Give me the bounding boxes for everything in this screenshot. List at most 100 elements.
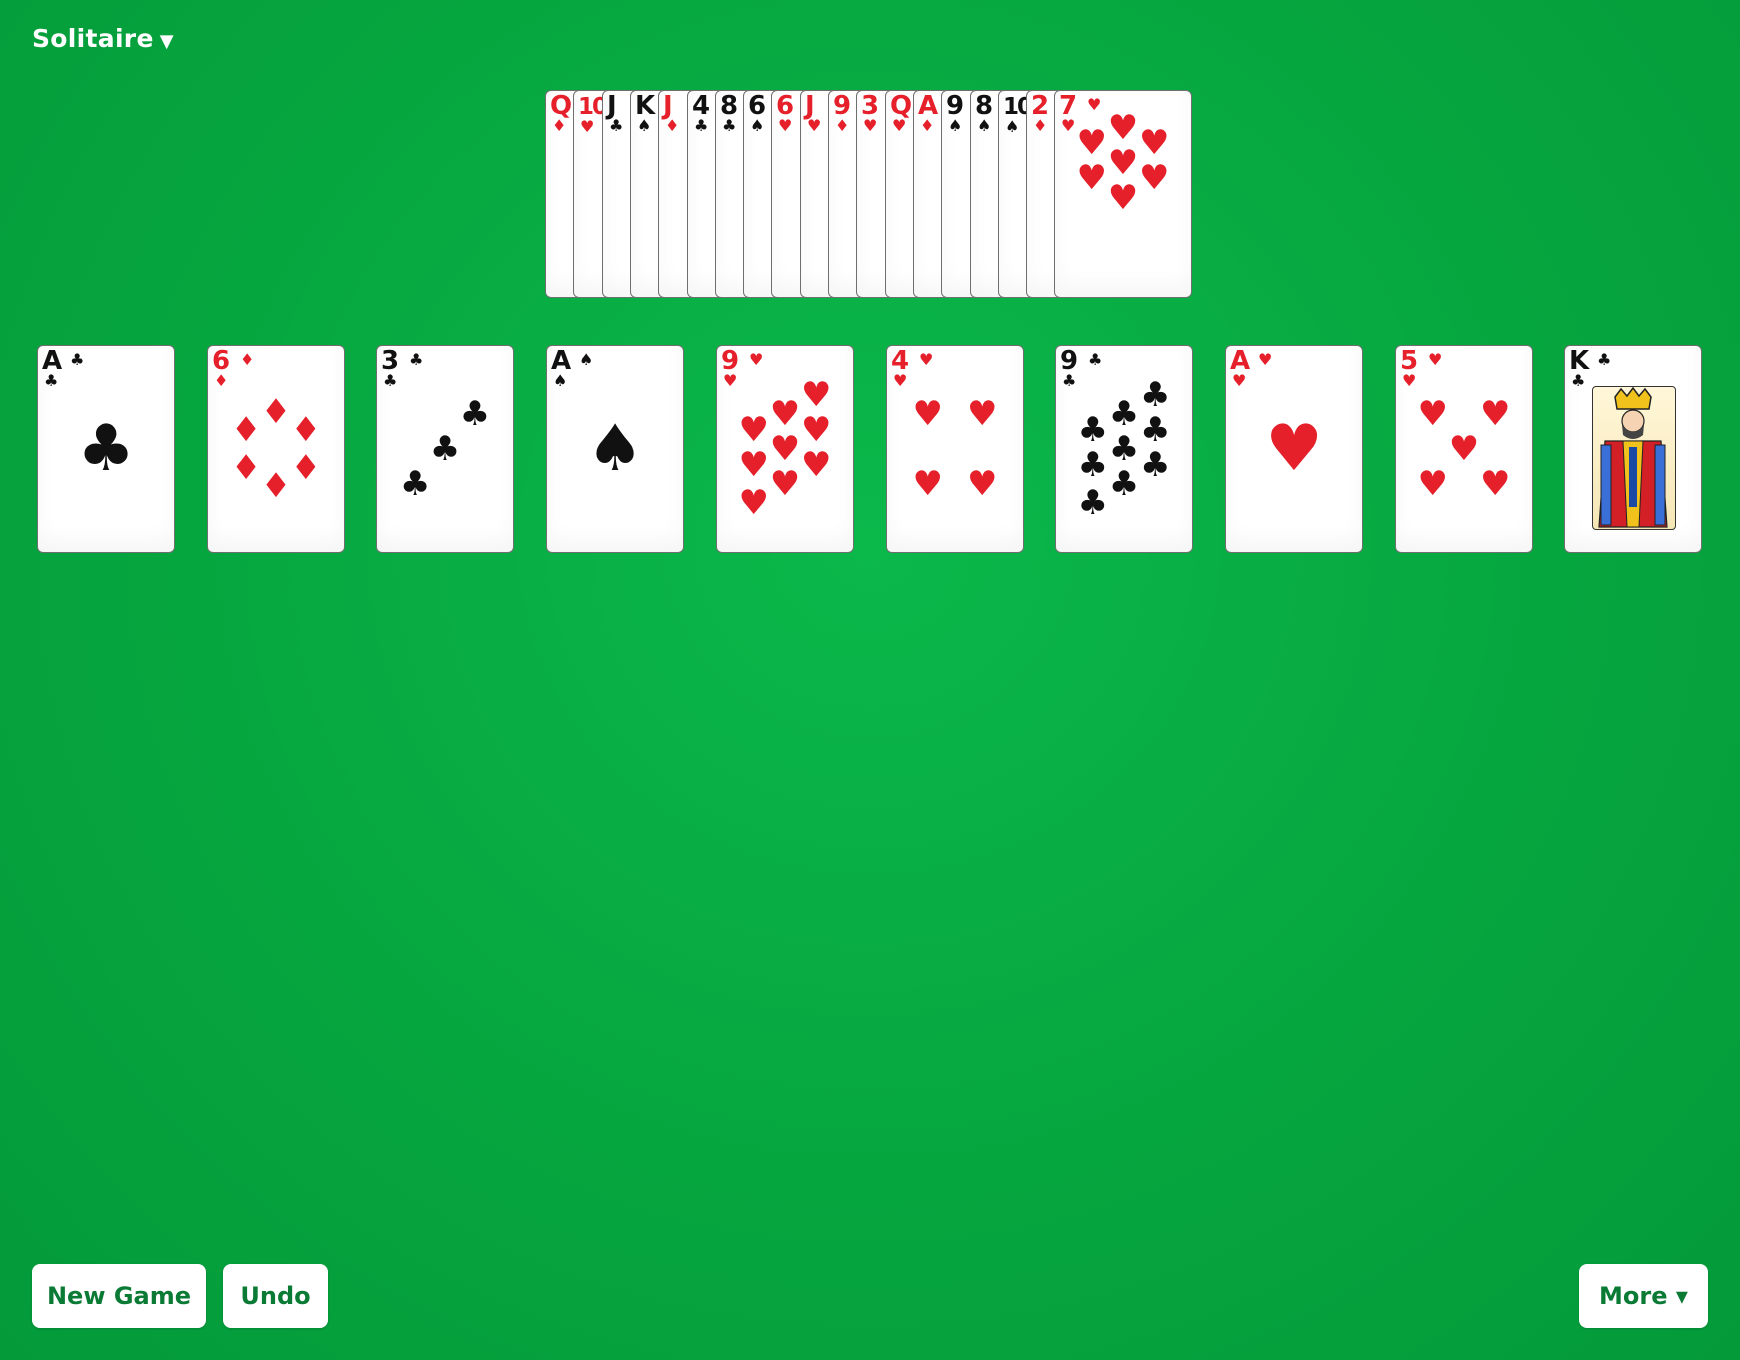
diamond-pip-icon: ♦ [260, 466, 292, 507]
heart-suit-icon: ♥ [1428, 350, 1443, 369]
game-title: Solitaire [32, 24, 154, 53]
club-pip-icon: ♣ [1108, 393, 1140, 434]
club-pip-icon: ♣ [1140, 375, 1171, 416]
heart-pip-icon: ♥ [1480, 464, 1511, 505]
club-suit-icon: ♣ [1088, 350, 1103, 369]
club-suit-icon: ♣ [694, 116, 709, 135]
heart-suit-icon: ♥ [863, 116, 878, 135]
diamond-pip-icon: ♦ [290, 410, 322, 451]
heart-pip-icon: ♥ [1076, 157, 1107, 198]
heart-pip-icon: ♥ [769, 393, 801, 434]
club-pip-icon: ♣ [459, 393, 491, 434]
tableau-card[interactable]: 4 ♥ ♥ ♥ ♥ ♥ ♥ [886, 345, 1024, 553]
heart-pip-icon: ♥ [966, 464, 998, 505]
diamond-suit-icon: ♦ [240, 350, 255, 369]
heart-pip-icon: ♥ [1107, 143, 1139, 184]
card-corner: 8 ♣ [720, 93, 738, 135]
diamond-suit-icon: ♦ [920, 116, 935, 135]
heart-pip-icon: ♥ [801, 445, 832, 486]
undo-button[interactable]: Undo [223, 1264, 328, 1328]
heart-pip-icon: ♥ [769, 464, 801, 505]
spade-suit-icon: ♠ [579, 350, 594, 369]
new-game-button[interactable]: New Game [32, 1264, 206, 1328]
card-corner: K ♣ ♣ [1569, 348, 1611, 390]
tableau-card[interactable]: 9 ♣ ♣ ♣ ♣ ♣ ♣ ♣ ♣ ♣ ♣ ♣ [1055, 345, 1193, 553]
diamond-pip-icon: ♦ [230, 447, 262, 488]
heart-suit-icon: ♥ [749, 350, 764, 369]
heart-suit-icon: ♥ [1061, 116, 1076, 135]
heart-pip-icon: ♥ [912, 393, 944, 434]
club-pip-icon: ♣ [1140, 445, 1171, 486]
heart-pip-icon: ♥ [1139, 122, 1170, 163]
heart-pip-icon: ♥ [1417, 464, 1448, 505]
tableau-card[interactable]: 3 ♣ ♣ ♣ ♣ ♣ [376, 345, 514, 553]
card-corner: 6 ♠ [748, 93, 766, 135]
card-corner: 4 ♣ [692, 93, 710, 135]
heart-suit-icon: ♥ [1258, 350, 1273, 369]
card-corner: 3 ♣ ♣ [381, 348, 423, 390]
heart-suit-icon: ♥ [1402, 371, 1417, 390]
heart-pip-icon: ♥ [1139, 157, 1170, 198]
spade-pip-icon: ♠ [586, 412, 644, 486]
diamond-pip-icon: ♦ [230, 410, 262, 451]
game-menu[interactable]: Solitaire ▼ [32, 24, 174, 53]
card-corner: A ♦ [918, 93, 938, 135]
heart-pip-icon: ♥ [801, 410, 832, 451]
diamond-suit-icon: ♦ [1033, 116, 1048, 135]
tableau-card[interactable]: A ♠ ♠ ♠ [546, 345, 684, 553]
heart-pip-icon: ♥ [1480, 393, 1511, 434]
club-pip-icon: ♣ [429, 429, 461, 469]
club-suit-icon: ♣ [722, 116, 737, 135]
heart-suit-icon: ♥ [723, 371, 738, 390]
card-corner: Q ♦ [550, 93, 572, 135]
more-button[interactable]: More ▾ [1579, 1264, 1708, 1328]
tableau-card[interactable]: A ♥ ♥ ♥ [1225, 345, 1363, 553]
club-suit-icon: ♣ [1597, 350, 1612, 369]
card-corner: 6 ♦ ♦ [212, 348, 254, 389]
club-pip-icon: ♣ [1108, 429, 1140, 469]
card-corner: 9 ♣ ♣ [1060, 348, 1102, 389]
heart-pip-icon: ♥ [738, 445, 769, 486]
stock-card[interactable]: 7 ♥ ♥ ♥ ♥ ♥ ♥ ♥ ♥ ♥ [1054, 90, 1192, 298]
club-suit-icon: ♣ [609, 116, 624, 135]
heart-suit-icon: ♥ [807, 116, 822, 135]
heart-pip-icon: ♥ [1107, 108, 1139, 149]
tableau-card[interactable]: K ♣ ♣ [1564, 345, 1702, 553]
card-corner: J ♥ [805, 93, 822, 135]
card-corner: 9 ♦ [833, 93, 851, 134]
club-pip-icon: ♣ [77, 412, 135, 486]
heart-pip-icon: ♥ [1448, 429, 1480, 469]
diamond-suit-icon: ♦ [552, 116, 567, 135]
card-corner: 9 ♥ ♥ [721, 348, 763, 390]
tableau-card[interactable]: 9 ♥ ♥ ♥ ♥ ♥ ♥ ♥ ♥ ♥ ♥ ♥ [716, 345, 854, 553]
card-corner: 3 ♥ [861, 93, 879, 135]
heart-pip-icon: ♥ [1076, 122, 1107, 163]
diamond-pip-icon: ♦ [290, 447, 322, 488]
heart-pip-icon: ♥ [966, 393, 998, 434]
spade-suit-icon: ♠ [637, 116, 652, 135]
club-suit-icon: ♣ [44, 371, 59, 390]
tableau-card[interactable]: 5 ♥ ♥ ♥ ♥ ♥ ♥ ♥ [1395, 345, 1533, 553]
diamond-pip-icon: ♦ [260, 391, 292, 432]
chevron-down-icon: ▼ [159, 31, 174, 52]
card-corner: 4 ♥ ♥ [891, 348, 933, 389]
heart-suit-icon: ♥ [1232, 371, 1247, 390]
spade-suit-icon: ♠ [750, 116, 765, 135]
card-corner: A ♠ ♠ [551, 348, 593, 389]
spade-suit-icon: ♠ [977, 116, 992, 135]
club-suit-icon: ♣ [1571, 371, 1586, 390]
club-suit-icon: ♣ [409, 350, 424, 369]
king-figure-icon [1592, 386, 1676, 530]
heart-pip-icon: ♥ [738, 410, 769, 451]
club-suit-icon: ♣ [383, 371, 398, 390]
heart-suit-icon: ♥ [919, 350, 934, 369]
club-pip-icon: ♣ [1077, 445, 1108, 486]
card-corner: 6 ♥ [776, 93, 794, 134]
tableau-card[interactable]: 6 ♦ ♦ ♦ ♦ ♦ ♦ ♦ ♦ [207, 345, 345, 553]
card-corner: Q ♥ [890, 93, 912, 135]
club-pip-icon: ♣ [1077, 482, 1108, 523]
heart-suit-icon: ♥ [892, 116, 907, 135]
club-pip-icon: ♣ [399, 464, 431, 505]
tableau-card[interactable]: A ♣ ♣ ♣ [37, 345, 175, 553]
club-suit-icon: ♣ [70, 350, 85, 369]
